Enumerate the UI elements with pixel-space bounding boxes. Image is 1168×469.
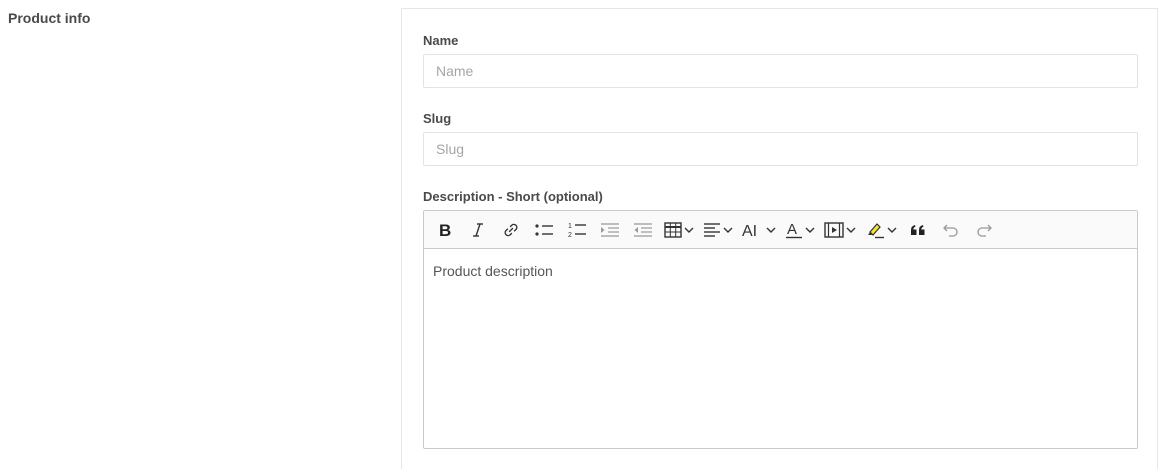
chevron-down-icon	[723, 227, 733, 233]
table-button[interactable]	[661, 215, 697, 245]
heading-button[interactable]: AI	[739, 215, 779, 245]
description-label: Description - Short (optional)	[423, 189, 603, 204]
redo-button[interactable]	[969, 215, 999, 245]
italic-icon	[473, 222, 483, 237]
table-icon	[664, 221, 682, 238]
svg-text:2: 2	[568, 232, 572, 239]
italic-button[interactable]	[463, 215, 493, 245]
chevron-down-icon	[846, 227, 856, 233]
section-title: Product info	[8, 10, 91, 26]
font-color-icon: A	[786, 221, 802, 238]
svg-text:A: A	[787, 221, 797, 238]
alignment-button[interactable]	[700, 215, 736, 245]
undo-button[interactable]	[936, 215, 966, 245]
highlight-icon	[868, 222, 884, 238]
slug-input[interactable]	[423, 132, 1138, 166]
bulleted-list-icon	[535, 223, 553, 236]
indent-icon	[601, 222, 619, 237]
description-editor: B 1 2 AI A Product description	[423, 210, 1138, 449]
chevron-down-icon	[684, 227, 694, 233]
slug-label: Slug	[423, 111, 452, 126]
chevron-down-icon	[805, 227, 815, 233]
chevron-down-icon	[887, 227, 897, 233]
undo-icon	[943, 224, 958, 237]
outdent-icon	[634, 222, 652, 237]
svg-text:1: 1	[568, 223, 572, 230]
link-button[interactable]	[496, 215, 526, 245]
product-info-card: Name Slug Description - Short (optional)…	[401, 8, 1158, 469]
chevron-down-icon	[766, 227, 776, 233]
outdent-button[interactable]	[628, 215, 658, 245]
name-label: Name	[423, 33, 459, 48]
quote-icon	[911, 224, 925, 235]
link-icon	[504, 223, 518, 236]
text-size-icon: AI	[742, 223, 757, 238]
svg-text:AI: AI	[742, 223, 757, 238]
highlight-button[interactable]	[862, 215, 900, 245]
name-input[interactable]	[423, 54, 1138, 88]
description-content-area[interactable]: Product description	[424, 249, 1137, 448]
svg-text:B: B	[439, 222, 451, 238]
editor-toolbar: B 1 2 AI A	[424, 211, 1137, 249]
align-left-icon	[704, 222, 720, 237]
bold-icon: B	[439, 222, 451, 238]
media-button[interactable]	[821, 215, 859, 245]
font-color-button[interactable]: A	[782, 215, 818, 245]
indent-button[interactable]	[595, 215, 625, 245]
bold-button[interactable]: B	[430, 215, 460, 245]
redo-icon	[977, 224, 992, 237]
media-icon	[824, 221, 844, 238]
bulleted-list-button[interactable]	[529, 215, 559, 245]
numbered-list-button[interactable]: 1 2	[562, 215, 592, 245]
block-quote-button[interactable]	[903, 215, 933, 245]
description-placeholder: Product description	[433, 263, 553, 279]
numbered-list-icon: 1 2	[568, 223, 586, 239]
